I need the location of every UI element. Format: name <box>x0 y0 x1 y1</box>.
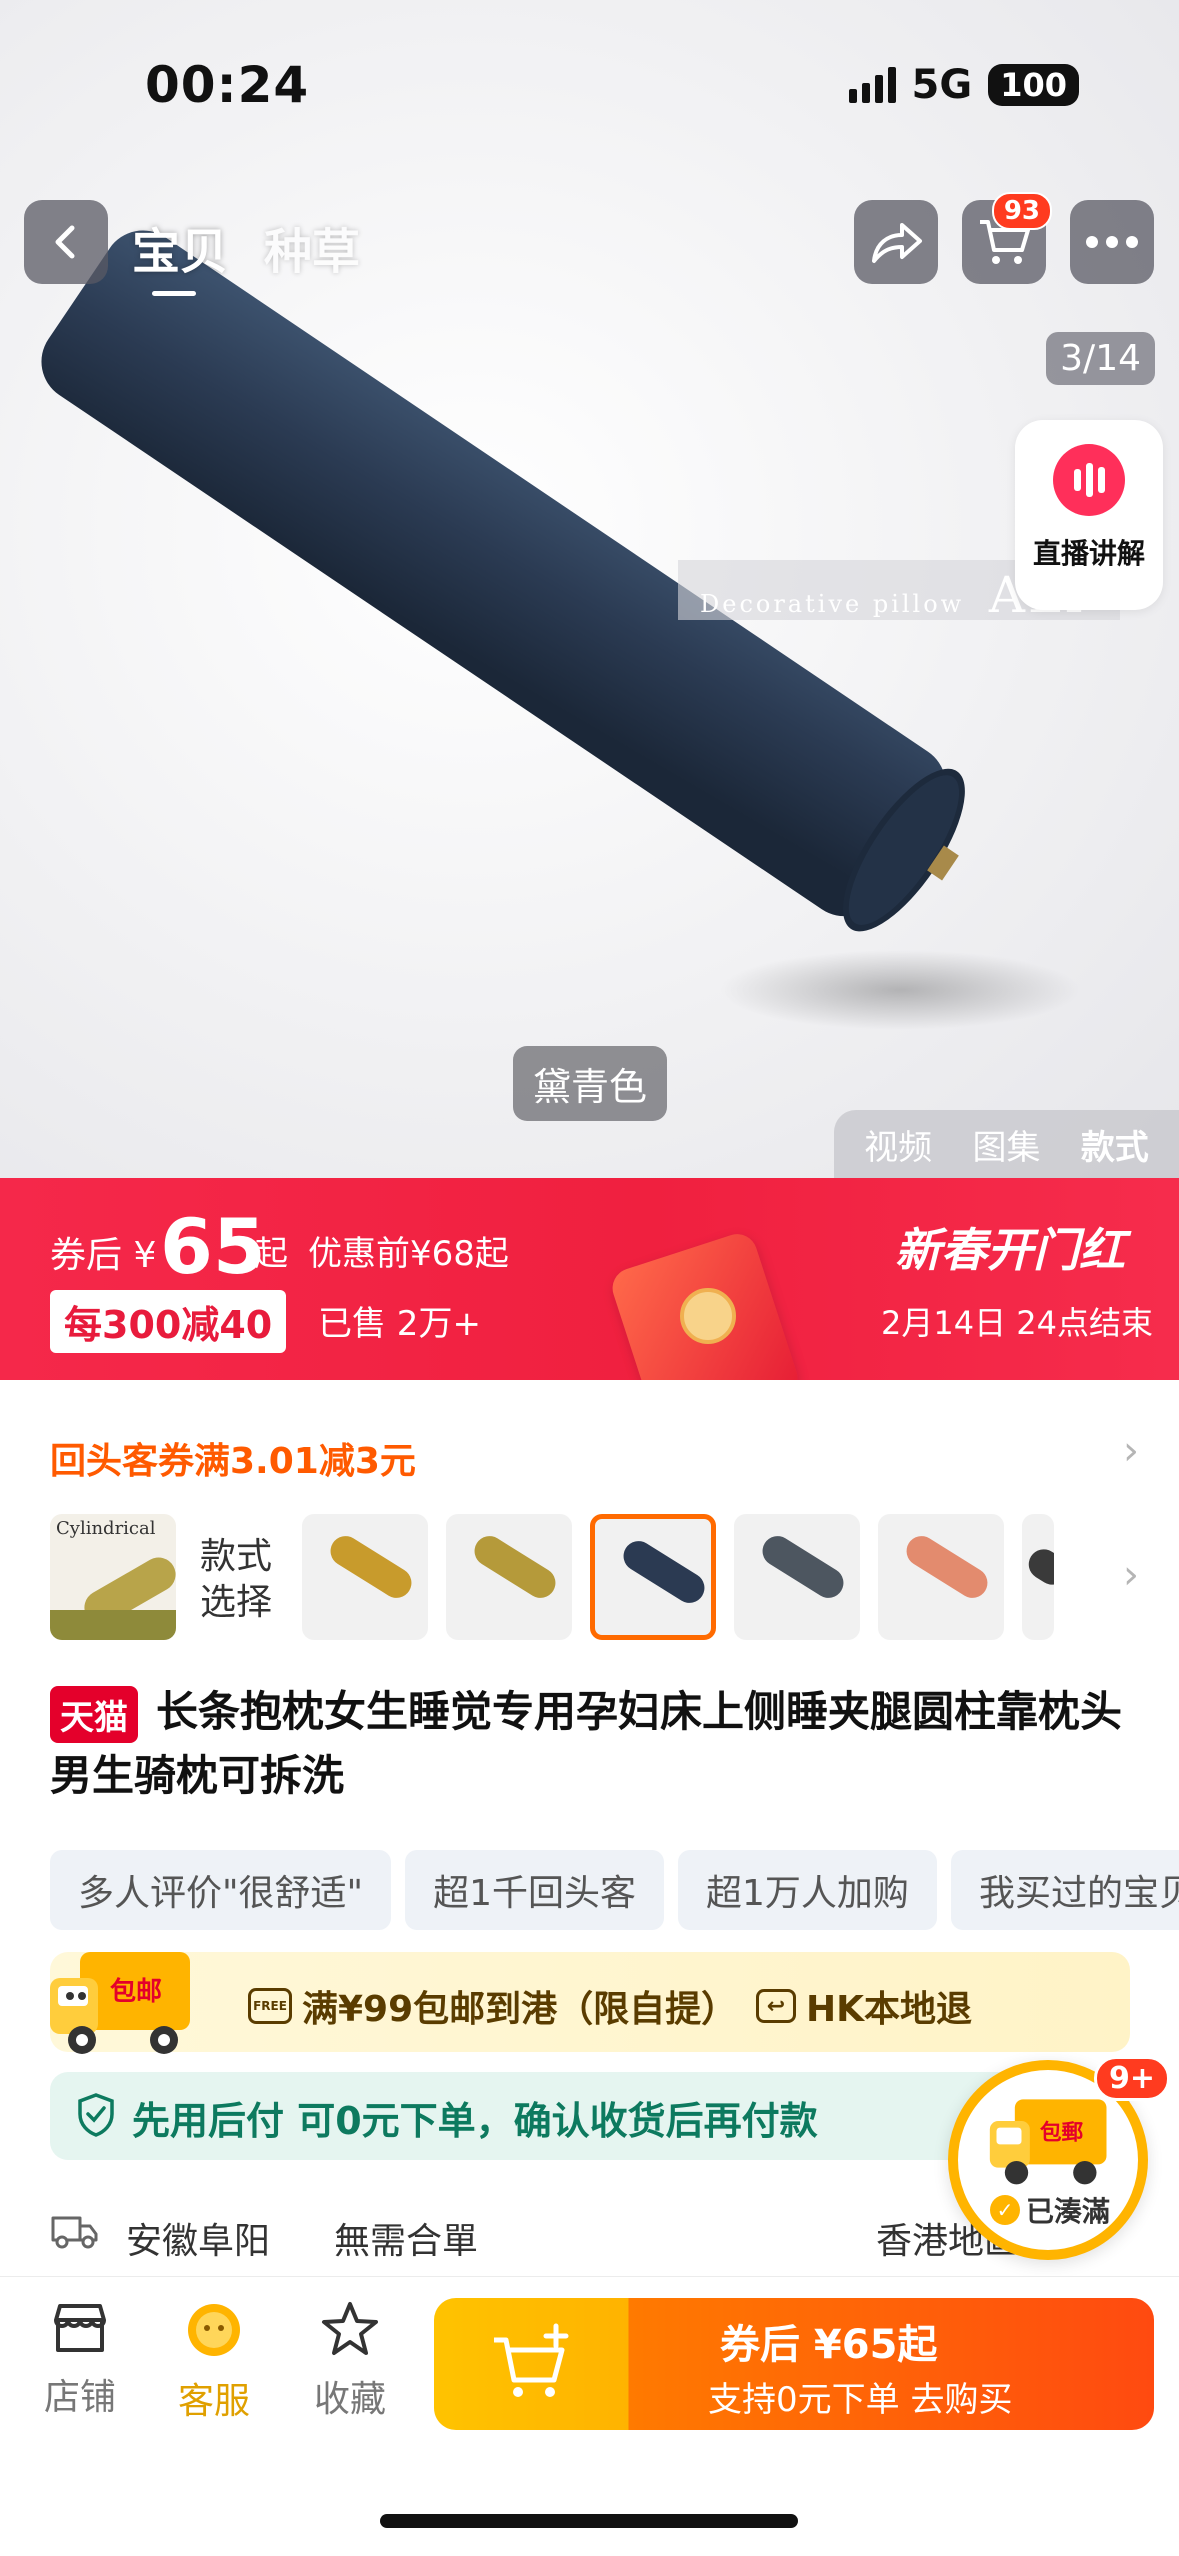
shipping-text: 满¥99包邮到港（限自提） <box>302 1989 738 2030</box>
chip-cart-adds[interactable]: 超1万人加购 <box>678 1850 937 1930</box>
pay-later-text: 先用后付 可0元下单，确认收货后再付款 <box>132 2099 818 2143</box>
more-dots-icon <box>1086 236 1138 248</box>
image-counter: 3/14 <box>1046 332 1155 385</box>
delivery-truck-icon: 包郵 <box>989 2099 1107 2185</box>
tmall-badge: 天猫 <box>50 1686 138 1743</box>
floating-truck-label: 包郵 <box>1040 2119 1084 2145</box>
truck-label: 包邮 <box>110 1976 162 2007</box>
price-value: 65 <box>160 1202 266 1291</box>
tab-product[interactable]: 宝贝 <box>132 212 228 296</box>
no-merge-note: 無需合單 <box>334 2221 479 2262</box>
live-icon <box>1053 444 1125 516</box>
swatch-color <box>617 1535 711 1609</box>
chevron-right-icon[interactable]: › <box>1123 1552 1139 1598</box>
service-button[interactable]: 客服 <box>154 2300 274 2424</box>
media-tab-video[interactable]: 视频 <box>864 1120 932 1169</box>
color-chip: 黛青色 <box>513 1046 668 1121</box>
swatch-color <box>900 1530 994 1604</box>
style-selector: Cylindrical 款式 选择 › <box>0 1514 1179 1644</box>
product-gallery[interactable]: Decorative pillow ALI 00:24 5G 100 宝贝 种草… <box>0 0 1179 1178</box>
discount-tag: 每300减40 <box>50 1290 287 1353</box>
service-label: 客服 <box>177 2381 250 2422</box>
swatch-color <box>1023 1543 1054 1591</box>
return-icon: ↩ <box>756 1989 796 2023</box>
media-tab-gallery[interactable]: 图集 <box>972 1120 1040 1169</box>
swatch-option[interactable] <box>302 1514 428 1640</box>
live-explain-button[interactable]: 直播讲解 <box>1015 420 1163 610</box>
star-icon <box>322 2302 378 2355</box>
product-title: 长条抱枕女生睡觉专用孕妇床上侧睡夹腿圆柱靠枕头男生骑枕可拆洗 <box>50 1687 1123 1800</box>
favorite-label: 收藏 <box>313 2379 386 2420</box>
free-icon: FREE <box>248 1988 292 2024</box>
hk-return: ↩ HK本地退 <box>756 1980 972 2032</box>
hk-return-text: HK本地退 <box>806 1989 973 2030</box>
add-to-cart-icon[interactable] <box>490 2318 580 2408</box>
swatch-option-partial[interactable] <box>1022 1514 1054 1640</box>
swatch-option[interactable] <box>446 1514 572 1640</box>
swatch-color <box>324 1530 418 1604</box>
status-time: 00:24 <box>145 56 310 114</box>
event-title: 新春开门红 <box>895 1223 1125 1277</box>
live-label: 直播讲解 <box>1032 537 1145 570</box>
coupon-text: 回头客券满3.01减3元 <box>50 1441 416 1482</box>
share-icon <box>872 223 922 263</box>
delivery-van-icon <box>51 2216 98 2249</box>
buy-price-text: 券后 ¥65起 <box>720 2322 938 2368</box>
event-end-time: 2月14日 24点结束 <box>881 1304 1153 1342</box>
shield-check-icon <box>78 2093 114 2137</box>
cart-count-badge: 93 <box>991 192 1052 230</box>
home-indicator <box>380 2514 798 2528</box>
swatch-option-selected[interactable] <box>590 1514 716 1640</box>
swatch-color <box>468 1530 562 1604</box>
swatch-color <box>756 1530 850 1604</box>
favorite-button[interactable]: 收藏 <box>290 2300 410 2422</box>
store-icon <box>54 2304 106 2352</box>
floating-status: ✓ 已湊滿 <box>990 2190 1110 2230</box>
style-select-label: 款式 选择 <box>200 1536 273 1623</box>
origin-location: 安徽阜阳 <box>126 2221 271 2262</box>
price-prefix: 券后 ¥ <box>50 1235 157 1276</box>
tab-recommend[interactable]: 种草 <box>264 212 360 282</box>
chip-bought[interactable]: 我买过的宝贝 <box>950 1850 1179 1930</box>
media-tabs: 视频 图集 款式 <box>834 1110 1179 1178</box>
swatch-option[interactable] <box>878 1514 1004 1640</box>
cylindrical-label: Cylindrical <box>56 1518 156 1539</box>
promo-coin <box>680 1288 736 1344</box>
floating-count-badge: 9+ <box>1094 2056 1171 2101</box>
signal-icon <box>848 67 896 103</box>
coupon-row[interactable]: 回头客券满3.01减3元 › <box>0 1380 1179 1510</box>
shipping-info: FREE 满¥99包邮到港（限自提） <box>248 1980 737 2032</box>
more-button[interactable] <box>1070 200 1154 284</box>
delivery-truck-icon: 包邮 <box>50 1952 190 2054</box>
share-button[interactable] <box>854 200 938 284</box>
network-label: 5G <box>911 62 973 108</box>
status-indicators: 5G 100 <box>848 62 1079 108</box>
check-icon: ✓ <box>990 2195 1020 2225</box>
chevron-right-icon: › <box>1123 1428 1139 1474</box>
buy-subtext: 支持0元下单 去购买 <box>708 2380 1013 2420</box>
back-button[interactable] <box>24 200 108 284</box>
cart-button[interactable]: 93 <box>962 192 1052 284</box>
nav-tabs: 宝贝 种草 <box>132 212 360 296</box>
product-page: Decorative pillow ALI 00:24 5G 100 宝贝 种草… <box>0 0 1179 2556</box>
chip-returning[interactable]: 超1千回头客 <box>405 1850 665 1930</box>
battery-icon: 100 <box>988 64 1079 106</box>
store-button[interactable]: 店铺 <box>20 2300 140 2420</box>
promo-banner[interactable]: 券后 ¥ 65 起 优惠前¥68起 每300减40 已售 2万+ 新春开门红 2… <box>0 1178 1179 1380</box>
price-suffix: 起 <box>254 1234 288 1274</box>
media-tab-style[interactable]: 款式 <box>1081 1120 1149 1169</box>
sold-count: 已售 2万+ <box>318 1304 481 1344</box>
chevron-left-icon <box>55 225 75 259</box>
highlight-chips: 多人评价"很舒适" 超1千回头客 超1万人加购 我买过的宝贝 <box>50 1850 1179 1930</box>
customer-service-icon <box>188 2304 240 2356</box>
chip-reviews[interactable]: 多人评价"很舒适" <box>50 1850 392 1930</box>
original-price: 优惠前¥68起 <box>308 1234 509 1274</box>
swatch-cylindrical[interactable]: Cylindrical <box>50 1514 176 1640</box>
swatch-option[interactable] <box>734 1514 860 1640</box>
store-label: 店铺 <box>43 2377 116 2418</box>
